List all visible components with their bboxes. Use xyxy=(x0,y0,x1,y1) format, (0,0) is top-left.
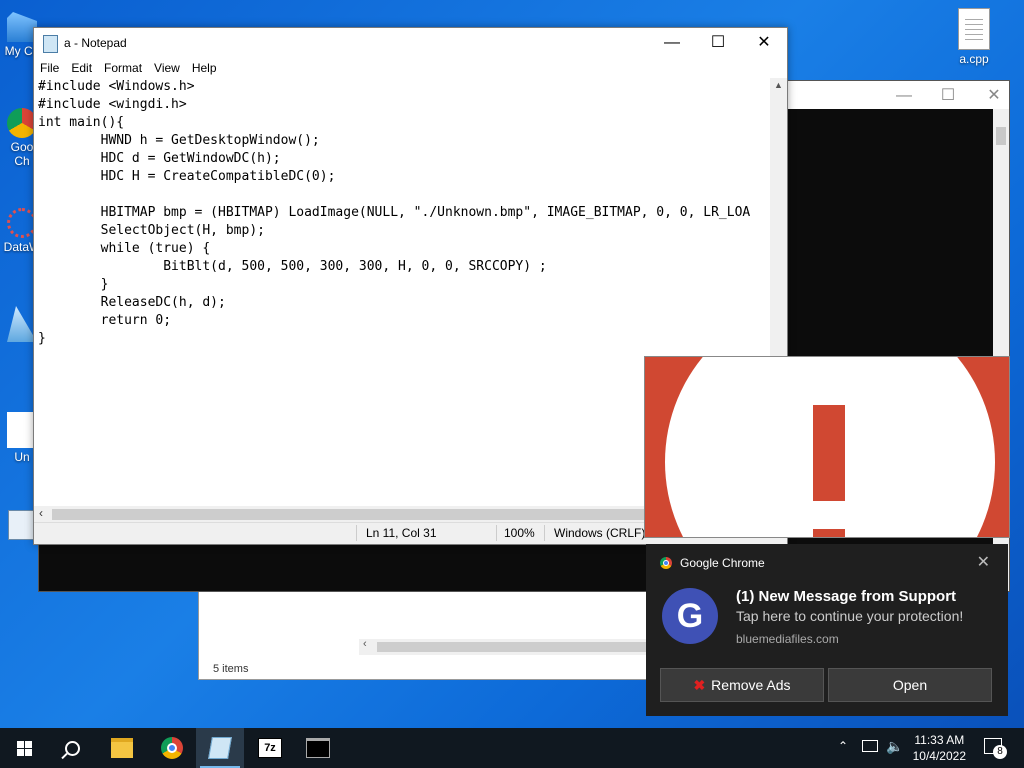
network-icon[interactable] xyxy=(862,740,878,752)
status-zoom: 100% xyxy=(504,526,535,540)
scroll-up-icon[interactable]: ▲ xyxy=(774,80,783,90)
code-line: ReleaseDC(h, d); xyxy=(38,295,226,310)
menu-view[interactable]: View xyxy=(148,58,186,78)
code-line: return 0; xyxy=(38,313,172,328)
taskbar-file-explorer[interactable] xyxy=(98,728,146,768)
taskbar-chrome[interactable] xyxy=(148,728,196,768)
taskbar: 7z ⌃ 🔈 11:33 AM 10/4/2022 8 xyxy=(0,728,1024,768)
code-line: #include <Windows.h> xyxy=(38,79,195,94)
close-button[interactable]: ✕ xyxy=(971,81,1017,111)
maximize-button[interactable]: ☐ xyxy=(925,81,971,111)
action-center-button[interactable]: 8 xyxy=(984,738,1007,759)
notification-app-name: Google Chrome xyxy=(680,556,765,570)
maximize-button[interactable]: ☐ xyxy=(695,28,741,58)
clock-date: 10/4/2022 xyxy=(912,749,966,763)
code-line: HWND h = GetDesktopWindow(); xyxy=(38,133,320,148)
red-x-icon: ✖ xyxy=(693,677,706,693)
menu-file[interactable]: File xyxy=(34,58,65,78)
start-icon xyxy=(16,740,32,756)
code-line: #include <wingdi.h> xyxy=(38,97,187,112)
explorer-status-items: 5 items xyxy=(213,663,249,675)
code-line: HBITMAP bmp = (HBITMAP) LoadImage(NULL, … xyxy=(38,205,751,220)
code-line: int main(){ xyxy=(38,115,125,130)
code-line: while (true) { xyxy=(38,241,211,256)
notification-source: bluemediafiles.com xyxy=(736,632,839,646)
notepad-icon xyxy=(208,737,232,759)
exclamation-dot xyxy=(813,529,845,537)
notepad-titlebar[interactable]: a - Notepad — ☐ ✕ xyxy=(34,28,787,58)
window-title: a - Notepad xyxy=(64,36,127,50)
menu-bar: File Edit Format View Help xyxy=(34,58,787,78)
volume-icon[interactable]: 🔈 xyxy=(886,738,903,755)
remove-ads-label: Remove Ads xyxy=(711,677,791,693)
file-icon xyxy=(8,510,36,540)
desktop-icon-label: Un xyxy=(14,450,30,464)
clock[interactable]: 11:33 AM 10/4/2022 xyxy=(913,732,966,764)
open-label: Open xyxy=(892,677,928,693)
code-line: } xyxy=(38,277,109,292)
menu-help[interactable]: Help xyxy=(186,58,223,78)
scrollbar-thumb[interactable] xyxy=(377,642,669,652)
open-button[interactable]: Open xyxy=(828,668,992,702)
taskbar-7zip[interactable]: 7z xyxy=(246,728,294,768)
code-line: HDC H = CreateCompatibleDC(0); xyxy=(38,169,336,184)
desktop-icon-a-cpp[interactable]: a.cpp xyxy=(944,8,1004,66)
chevron-up-icon[interactable]: ⌃ xyxy=(838,739,848,753)
status-divider xyxy=(356,525,357,541)
clock-time: 11:33 AM xyxy=(914,733,965,747)
start-button[interactable] xyxy=(0,728,48,768)
terminal-icon xyxy=(306,738,330,758)
taskbar-notepad[interactable] xyxy=(196,728,244,768)
code-line: } xyxy=(38,331,46,346)
status-position: Ln 11, Col 31 xyxy=(366,526,437,540)
minimize-button[interactable]: — xyxy=(649,28,695,58)
minimize-button[interactable]: — xyxy=(881,81,927,111)
code-line: HDC d = GetWindowDC(h); xyxy=(38,151,281,166)
chrome-icon xyxy=(660,557,672,569)
close-button[interactable]: ✕ xyxy=(741,28,787,58)
notification-count-badge: 8 xyxy=(993,745,1007,759)
notepad-icon xyxy=(43,35,58,53)
taskbar-terminal[interactable] xyxy=(294,728,342,768)
chrome-notification[interactable]: Google Chrome ✕ G (1) New Message from S… xyxy=(646,544,1008,716)
remove-ads-button[interactable]: ✖ Remove Ads xyxy=(660,668,824,702)
menu-edit[interactable]: Edit xyxy=(65,58,98,78)
search-icon xyxy=(60,740,80,759)
status-line-endings: Windows (CRLF) xyxy=(554,526,646,540)
exclamation-icon xyxy=(813,405,845,501)
menu-format[interactable]: Format xyxy=(98,58,148,78)
close-icon[interactable]: ✕ xyxy=(977,552,990,572)
scroll-left-icon[interactable]: ‹ xyxy=(39,506,43,520)
desktop-icon-label: a.cpp xyxy=(959,52,989,66)
document-icon xyxy=(958,8,990,50)
status-divider xyxy=(496,525,497,541)
code-line: SelectObject(H, bmp); xyxy=(38,223,265,238)
horizontal-scrollbar[interactable]: ‹ xyxy=(359,638,669,655)
scrollbar-thumb[interactable] xyxy=(996,127,1006,145)
search-button[interactable] xyxy=(48,728,96,768)
code-line: BitBlt(d, 500, 500, 300, 300, H, 0, 0, S… xyxy=(38,259,547,274)
warning-popup-image xyxy=(644,356,1010,538)
notification-header: Google Chrome xyxy=(660,556,765,570)
scroll-left-icon[interactable]: ‹ xyxy=(363,638,367,650)
7zip-icon: 7z xyxy=(258,738,282,758)
notification-title[interactable]: (1) New Message from Support xyxy=(736,588,956,605)
file-explorer-icon xyxy=(111,738,133,758)
avatar: G xyxy=(662,588,718,644)
status-divider xyxy=(544,525,545,541)
chrome-icon xyxy=(161,737,183,759)
notification-body[interactable]: Tap here to continue your protection! xyxy=(736,608,963,624)
